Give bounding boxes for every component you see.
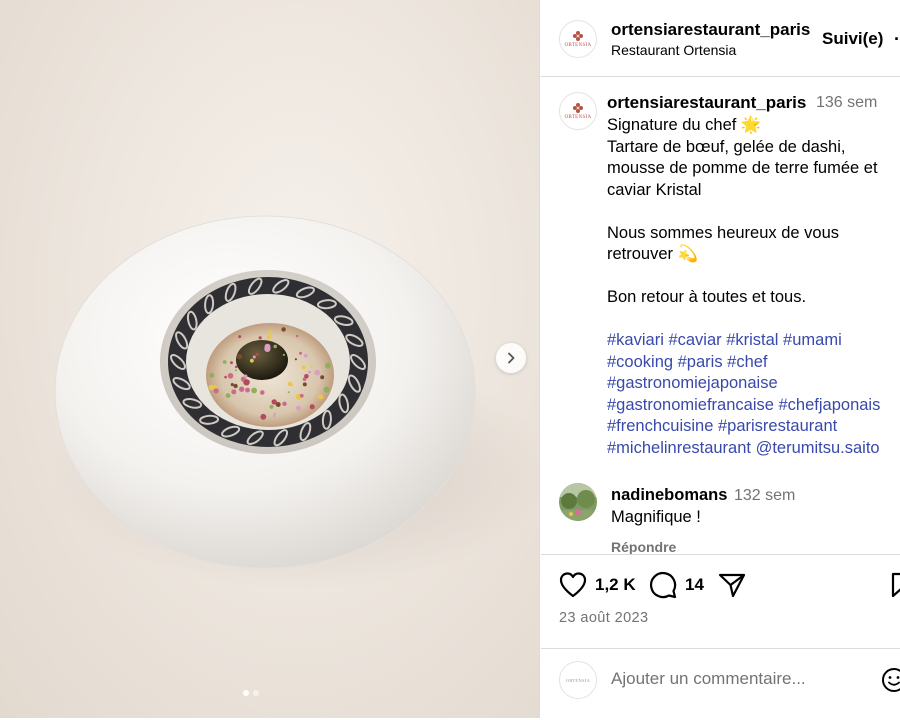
logo-wordmark: ORTENSIA (565, 678, 591, 683)
flower-logo-icon (573, 31, 583, 41)
caption-section: ORTENSIA ortensiarestaurant_paris 136 se… (541, 78, 900, 554)
action-bar: 1,2 K 14 23 août 2023 (541, 554, 900, 648)
hashtag-line[interactable]: #gastronomiejaponaise (607, 373, 899, 395)
slide-indicator (243, 690, 259, 696)
slide-dot-active (243, 690, 249, 696)
logo-wordmark: ORTENSIA (564, 115, 592, 120)
post-date[interactable]: 23 août 2023 (559, 610, 648, 626)
instagram-post: ORTENSIA ortensiarestaurant_paris Restau… (0, 0, 900, 720)
share-button[interactable] (718, 571, 746, 599)
caption-line: mousse de pomme de terre fumée et (607, 159, 878, 177)
comment-count[interactable]: 14 (685, 575, 704, 595)
flower-logo-icon (573, 103, 583, 113)
header-username[interactable]: ortensiarestaurant_paris (611, 20, 810, 40)
caption-line: Tartare de bœuf, gelée de dashi, (607, 137, 846, 156)
comment-button[interactable]: 14 (649, 571, 704, 599)
caption-line: retrouver 💫 (607, 245, 699, 263)
dish-photo (50, 215, 539, 590)
caption-avatar[interactable]: ORTENSIA (559, 92, 597, 130)
comment-username[interactable]: nadinebomans (611, 486, 727, 505)
post-photo[interactable] (0, 0, 540, 718)
comment-time[interactable]: 132 sem (734, 487, 795, 505)
caption-line: Bon retour à toutes et tous. (607, 288, 807, 306)
header-subtitle[interactable]: Restaurant Ortensia (611, 42, 736, 58)
emoji-icon (882, 668, 900, 692)
bookmark-icon (891, 572, 900, 598)
like-button[interactable]: 1,2 K (559, 571, 636, 599)
avatar[interactable]: ORTENSIA (559, 20, 597, 58)
hashtag-line[interactable]: #cooking #paris #chef (607, 352, 899, 374)
hashtag-line[interactable]: #frenchcuisine #parisrestaurant (607, 416, 899, 438)
current-user-avatar[interactable]: ORTENSIA (559, 661, 597, 699)
comment-text: Magnifique ! (611, 508, 701, 526)
add-comment-bar: ORTENSIA (541, 648, 900, 720)
caption-line: Nous sommes heureux de vous (607, 223, 840, 242)
like-count[interactable]: 1,2 K (595, 575, 636, 595)
chevron-right-icon (508, 352, 515, 364)
emoji-button[interactable] (881, 667, 900, 698)
commenter-avatar[interactable] (559, 483, 597, 521)
hashtag-line[interactable]: #kaviari #caviar #kristal #umami (607, 330, 899, 352)
reply-button[interactable]: Répondre (611, 539, 676, 554)
hashtag-line[interactable]: #gastronomiefrancaise #chefjaponais (607, 395, 899, 417)
hashtag-line[interactable]: #michelinrestaurant @terumitsu.saito (607, 438, 899, 460)
caption-line: caviar Kristal (607, 180, 702, 199)
next-slide-button[interactable] (496, 343, 526, 373)
post-header: ORTENSIA ortensiarestaurant_paris Restau… (541, 0, 900, 77)
follow-button[interactable]: Suivi(e) (822, 29, 883, 49)
post-side-panel: ORTENSIA ortensiarestaurant_paris Restau… (541, 0, 900, 720)
save-button[interactable] (891, 571, 900, 599)
heart-icon (559, 572, 587, 598)
slide-dot (253, 690, 259, 696)
comment-input[interactable] (611, 669, 861, 689)
caption-time[interactable]: 136 sem (816, 94, 877, 112)
caption-line: Signature du chef 🌟 (607, 116, 762, 134)
more-options-button[interactable]: ··· (894, 29, 900, 50)
garden-avatar-image (559, 483, 597, 521)
logo-wordmark: ORTENSIA (564, 43, 592, 48)
share-icon (718, 573, 746, 598)
caption-username[interactable]: ortensiarestaurant_paris (607, 93, 806, 113)
comment-icon (649, 571, 677, 599)
caption-text: Signature du chef 🌟 Tartare de bœuf, gel… (607, 115, 899, 459)
